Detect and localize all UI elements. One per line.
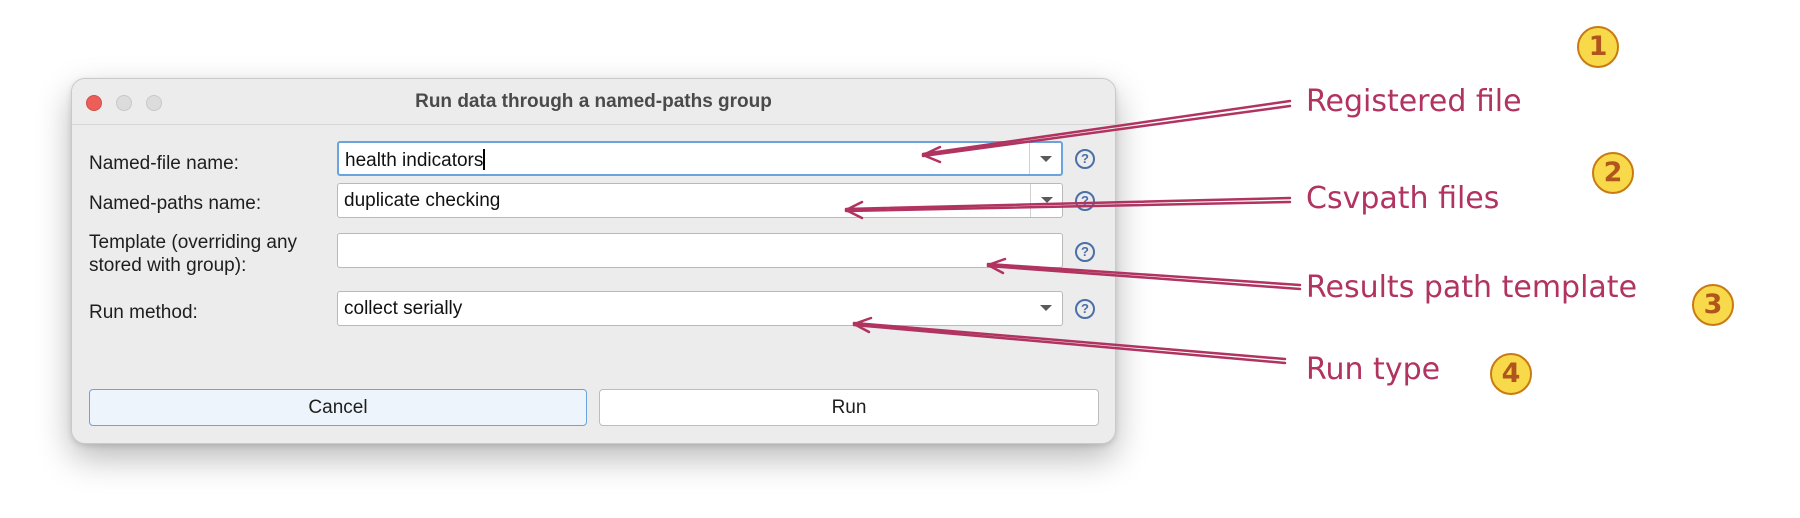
template-label-line1: Template (overriding any <box>89 232 298 253</box>
named-paths-value: duplicate checking <box>344 190 501 211</box>
help-icon[interactable]: ? <box>1075 191 1095 211</box>
template-label-line2: stored with group): <box>89 255 247 276</box>
dropdown-arrow-icon <box>1040 156 1052 162</box>
help-icon[interactable]: ? <box>1075 242 1095 262</box>
text-caret <box>483 149 485 170</box>
named-file-label: Named-file name: <box>89 153 239 174</box>
title-bar: Run data through a named-paths group <box>72 79 1115 125</box>
run-method-select[interactable]: collect serially <box>337 291 1063 326</box>
named-paths-label: Named-paths name: <box>89 193 262 214</box>
dropdown-arrow-icon <box>1041 197 1053 203</box>
run-method-dropdown-button[interactable] <box>1030 292 1062 325</box>
named-file-dropdown-button[interactable] <box>1029 143 1061 174</box>
run-dialog: Run data through a named-paths group Nam… <box>71 78 1116 444</box>
template-label: Template (overriding any stored with gro… <box>89 231 297 277</box>
help-icon[interactable]: ? <box>1075 299 1095 319</box>
named-file-combobox[interactable]: health indicators <box>337 141 1063 176</box>
named-paths-combobox[interactable]: duplicate checking <box>337 183 1063 218</box>
annotation-label: Registered file <box>1306 84 1522 119</box>
cancel-button[interactable]: Cancel <box>89 389 587 426</box>
named-file-value: health indicators <box>345 150 484 171</box>
named-paths-dropdown-button[interactable] <box>1030 184 1062 217</box>
window-title: Run data through a named-paths group <box>415 91 772 112</box>
dropdown-arrow-icon <box>1040 305 1052 311</box>
annotation-badge: 2 <box>1592 152 1634 194</box>
help-icon[interactable]: ? <box>1075 149 1095 169</box>
annotation-badge: 4 <box>1490 353 1532 395</box>
run-button[interactable]: Run <box>599 389 1099 426</box>
annotation-badge: 1 <box>1577 26 1619 68</box>
annotation-label: Run type <box>1306 352 1441 387</box>
run-method-label: Run method: <box>89 302 198 323</box>
run-method-value: collect serially <box>344 298 463 319</box>
annotation-badge: 3 <box>1692 284 1734 326</box>
annotation-label: Csvpath files <box>1306 181 1500 216</box>
annotation-label: Results path template <box>1306 270 1638 305</box>
template-input[interactable] <box>337 233 1063 268</box>
